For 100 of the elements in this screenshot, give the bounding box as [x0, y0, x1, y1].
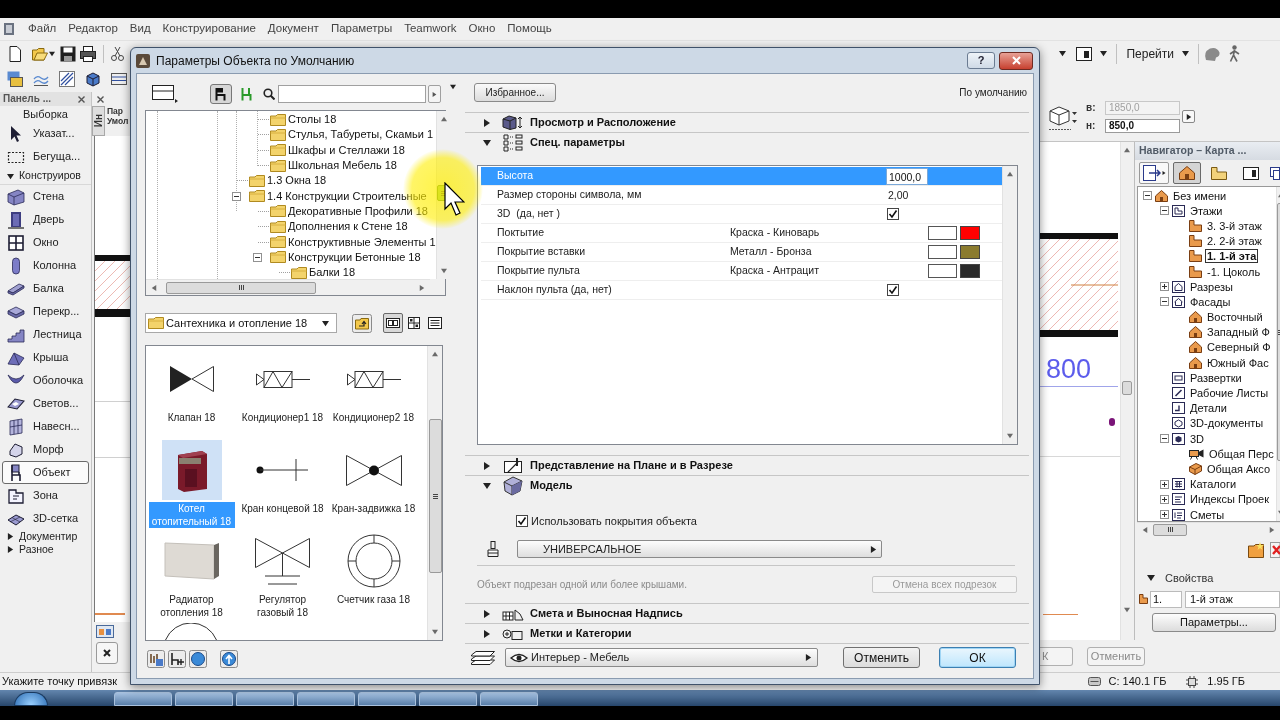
- printer-icon[interactable]: [80, 45, 96, 62]
- scrollbar[interactable]: [146, 279, 430, 295]
- tool-button[interactable]: Навесн...: [2, 415, 89, 438]
- section-header[interactable]: Представление на Плане и в Разрезе: [465, 455, 1029, 475]
- tree-item[interactable]: Развертки: [1188, 370, 1244, 385]
- tree-item[interactable]: Конструктивные Элементы 1: [288, 235, 436, 249]
- tree-item[interactable]: Стулья, Табуреты, Скамьи 1: [288, 128, 433, 142]
- plus-box-icon[interactable]: [1160, 494, 1169, 504]
- tree-item[interactable]: Дополнения к Стене 18: [288, 220, 408, 234]
- folder-dropdown[interactable]: Сантехника и отопление 18: [145, 313, 337, 333]
- plus-box-icon[interactable]: [1160, 479, 1169, 489]
- panel-layout-icon[interactable]: [152, 85, 178, 103]
- tree-item[interactable]: Конструкции Бетонные 18: [288, 250, 421, 264]
- tree-item[interactable]: 2. 2-й этаж: [1205, 234, 1264, 249]
- walking-person-icon[interactable]: [1228, 45, 1240, 62]
- tool-button[interactable]: Светов...: [2, 392, 89, 415]
- menu-item[interactable]: Окно: [463, 19, 501, 39]
- search-go-button[interactable]: [428, 85, 441, 103]
- tool-button[interactable]: Перекр...: [2, 300, 89, 323]
- new-folder-icon[interactable]: [1248, 542, 1265, 558]
- vertical-tab[interactable]: Ин: [92, 106, 105, 136]
- menu-item[interactable]: Редактор: [63, 19, 123, 39]
- tree-item[interactable]: Разрезы: [1188, 279, 1235, 294]
- add-object-icon[interactable]: [168, 650, 186, 668]
- minus-box-icon[interactable]: [253, 252, 262, 262]
- menu-item[interactable]: Помощь: [502, 19, 557, 39]
- scrollbar[interactable]: [1002, 166, 1017, 444]
- parameter-row[interactable]: Поктытие Краска - Киноварь: [481, 224, 1002, 243]
- search-field[interactable]: [278, 85, 427, 103]
- slanted-lines-icon[interactable]: [59, 71, 75, 87]
- map-menu-button[interactable]: [1139, 162, 1169, 184]
- minus-box-icon[interactable]: [232, 191, 241, 201]
- caret-icon[interactable]: [1059, 50, 1067, 57]
- object-label[interactable]: Кондиционер2 18: [332, 411, 415, 424]
- checkbox[interactable]: [887, 208, 899, 220]
- tool-button[interactable]: 3D-сетка: [2, 507, 89, 530]
- tree-item[interactable]: Индексы Проек: [1188, 492, 1271, 507]
- head-silhouette-icon[interactable]: [1203, 46, 1220, 61]
- object-label[interactable]: Кран концевой 18: [241, 502, 324, 515]
- checkbox[interactable]: [516, 515, 528, 527]
- tool-button[interactable]: Стена: [2, 185, 89, 208]
- menu-item[interactable]: Вид: [124, 19, 156, 39]
- tool-button[interactable]: Окно: [2, 231, 89, 254]
- group-header[interactable]: Разное: [0, 543, 91, 556]
- value-field[interactable]: 850,0: [1105, 118, 1180, 133]
- layer-dropdown[interactable]: Интерьер - Мебель: [505, 648, 818, 667]
- help-button[interactable]: ?: [967, 52, 995, 69]
- cube-icon[interactable]: [85, 71, 101, 87]
- tool-button[interactable]: Крыша: [2, 346, 89, 369]
- close-icon[interactable]: [97, 95, 104, 103]
- section-header[interactable]: Просмотр и Расположение: [465, 112, 1029, 132]
- story-name-field[interactable]: 1-й этаж: [1185, 590, 1280, 608]
- tool-button[interactable]: Колонна: [2, 254, 89, 277]
- scroll-thumb[interactable]: [166, 281, 316, 294]
- minus-box-icon[interactable]: [1160, 206, 1169, 216]
- minus-box-icon[interactable]: [1160, 297, 1169, 307]
- tool-button[interactable]: Дверь: [2, 208, 89, 231]
- tree-item[interactable]: Этажи: [1188, 203, 1225, 218]
- object-label[interactable]: Регулятор газовый 18: [239, 593, 326, 619]
- scroll-thumb[interactable]: [1153, 523, 1187, 536]
- parameter-row[interactable]: 3D (да, нет ): [481, 205, 1002, 224]
- caret-icon[interactable]: [49, 50, 55, 57]
- group-header[interactable]: Документир: [0, 530, 91, 543]
- value-field[interactable]: 2,00: [886, 186, 909, 204]
- section-header[interactable]: Спец. параметры: [465, 132, 1029, 152]
- tree-item[interactable]: Общая Аксо: [1205, 461, 1273, 476]
- tool-button[interactable]: Указат...: [2, 122, 89, 145]
- search-icon[interactable]: [263, 88, 276, 100]
- scroll-thumb[interactable]: [1121, 381, 1132, 395]
- globe-icon[interactable]: [189, 650, 207, 668]
- tool-button[interactable]: Оболочка: [2, 369, 89, 392]
- section-header[interactable]: Модель: [465, 475, 1029, 495]
- close-icon[interactable]: [78, 95, 85, 103]
- tree-item[interactable]: Балки 18: [309, 266, 355, 280]
- group-header[interactable]: Конструиров: [0, 168, 91, 185]
- dialog-button[interactable]: Отменить: [843, 647, 920, 668]
- tool-button[interactable]: Объект: [2, 461, 89, 484]
- object-label[interactable]: Радиатор отопления 18: [148, 593, 235, 619]
- close-button[interactable]: [96, 642, 118, 664]
- scrollbar[interactable]: [427, 346, 442, 640]
- tool-button[interactable]: Зона: [2, 484, 89, 507]
- menu-item[interactable]: Параметры: [325, 19, 398, 39]
- tree-item[interactable]: 1.3 Окна 18: [267, 174, 327, 188]
- tree-item[interactable]: Рабочие Листы: [1188, 386, 1271, 401]
- tree-item[interactable]: Фасады: [1188, 294, 1233, 309]
- object-label[interactable]: Счетчик газа 18: [337, 593, 410, 606]
- tree-item[interactable]: Общая Перс: [1207, 446, 1276, 461]
- tree-item[interactable]: 1. 1-й эта: [1205, 249, 1259, 264]
- caret-icon[interactable]: [450, 84, 456, 90]
- surface-dropdown[interactable]: УНИВЕРСАЛЬНОЕ: [517, 540, 882, 558]
- plus-box-icon[interactable]: [1160, 510, 1169, 520]
- tree-item[interactable]: Шкафы и Стеллажи 18: [288, 143, 405, 157]
- tree-item[interactable]: 3D-документы: [1188, 416, 1266, 431]
- scissors-icon[interactable]: [110, 45, 125, 62]
- parameter-row[interactable]: Наклон пульта (да, нет): [481, 281, 1002, 300]
- parameter-row[interactable]: Покрытие вставки Металл - Бронза: [481, 243, 1002, 262]
- menu-item[interactable]: Файл: [23, 19, 62, 39]
- tree-item[interactable]: Детали: [1188, 401, 1229, 416]
- object-label[interactable]: Кран-задвижка 18: [331, 502, 416, 515]
- filter-button[interactable]: [210, 84, 232, 104]
